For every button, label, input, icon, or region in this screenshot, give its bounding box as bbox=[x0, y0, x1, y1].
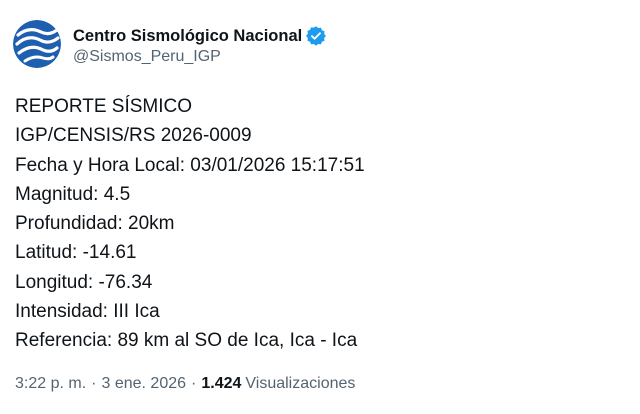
tweet-line-magnitude: Magnitud: 4.5 bbox=[15, 183, 131, 205]
verified-badge-icon[interactable] bbox=[306, 26, 327, 46]
tweet-line-longitude: Longitud: -76.34 bbox=[15, 271, 153, 293]
tweet-header: Centro Sismológico Nacional @Sismos_Peru… bbox=[13, 20, 327, 76]
display-name[interactable]: Centro Sismológico Nacional bbox=[73, 27, 302, 46]
tweet-line-title: REPORTE SÍSMICO bbox=[15, 96, 193, 117]
tweet-timestamp[interactable]: 3:22 p. m. bbox=[15, 375, 86, 393]
avatar[interactable] bbox=[13, 20, 61, 68]
tweet-line-datetime: Fecha y Hora Local: 03/01/2026 15:17:51 bbox=[15, 154, 365, 176]
tweet-line-intensity: Intensidad: III Ica bbox=[15, 301, 160, 323]
seismic-logo-icon bbox=[13, 20, 61, 68]
tweet-line-depth: Profundidad: 20km bbox=[15, 213, 175, 235]
tweet-line-reference: Referencia: 89 km al SO de Ica, Ica - Ic… bbox=[15, 330, 358, 352]
tweet-date[interactable]: 3 ene. 2026 bbox=[101, 375, 186, 393]
views-label[interactable]: Visualizaciones bbox=[245, 375, 355, 393]
views-count[interactable]: 1.424 bbox=[201, 375, 241, 393]
tweet-card: Centro Sismológico Nacional @Sismos_Peru… bbox=[0, 0, 640, 414]
meta-separator: · bbox=[91, 375, 97, 392]
tweet-line-report-id: IGP/CENSIS/RS 2026-0009 bbox=[15, 125, 252, 147]
tweet-line-latitude: Latitud: -14.61 bbox=[15, 242, 137, 264]
account-names: Centro Sismológico Nacional @Sismos_Peru… bbox=[73, 20, 327, 66]
tweet-meta: 3:22 p. m. · 3 ene. 2026 · 1.424 Visuali… bbox=[15, 375, 355, 393]
tweet-text: REPORTE SÍSMICO IGP/CENSIS/RS 2026-0009 … bbox=[15, 92, 625, 356]
meta-separator: · bbox=[191, 375, 197, 392]
name-row: Centro Sismológico Nacional bbox=[73, 25, 327, 47]
account-handle[interactable]: @Sismos_Peru_IGP bbox=[73, 48, 326, 66]
